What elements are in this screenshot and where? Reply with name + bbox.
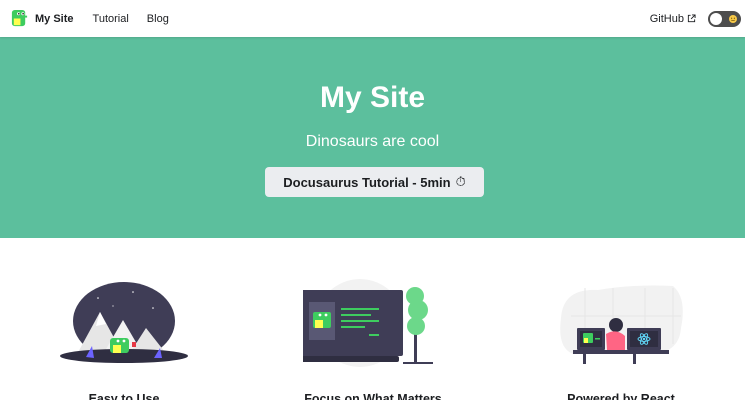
react-desk-illustration: [560, 285, 683, 364]
external-link-icon: [687, 14, 696, 23]
toggle-knob: [710, 12, 722, 25]
stopwatch-icon: ⏱: [455, 174, 466, 189]
nav-link-github[interactable]: GitHub: [650, 13, 696, 25]
navbar: My Site Tutorial Blog GitHub: [0, 0, 745, 37]
brand-link[interactable]: My Site: [10, 9, 74, 28]
feature-title-react: Powered by React: [567, 392, 675, 400]
brand-title: My Site: [35, 12, 74, 25]
tutorial-button-label: Docusaurus Tutorial - 5min: [283, 174, 451, 190]
navbar-right: GitHub: [650, 10, 741, 27]
nav-link-tutorial[interactable]: Tutorial: [93, 13, 129, 25]
feature-react: Powered by React: [497, 278, 745, 400]
nav-link-blog[interactable]: Blog: [147, 13, 169, 25]
sun-icon: [728, 14, 738, 24]
feature-focus: Focus on What Matters: [249, 278, 497, 400]
feature-title-focus: Focus on What Matters: [304, 392, 442, 400]
feature-title-easy-to-use: Easy to Use: [88, 392, 160, 400]
hero-banner: My Site Dinosaurs are cool Docusaurus Tu…: [0, 37, 745, 238]
mountain-illustration: [60, 282, 188, 363]
tutorial-button[interactable]: Docusaurus Tutorial - 5min ⏱: [265, 167, 484, 197]
github-label: GitHub: [649, 12, 684, 25]
feature-easy-to-use: Easy to Use: [0, 278, 248, 400]
theme-toggle[interactable]: [708, 10, 741, 27]
dinosaur-logo-icon: [11, 9, 28, 27]
hero-title: My Site: [319, 81, 426, 114]
hero-subtitle: Dinosaurs are cool: [305, 133, 440, 150]
laptop-tree-illustration: [303, 279, 433, 367]
